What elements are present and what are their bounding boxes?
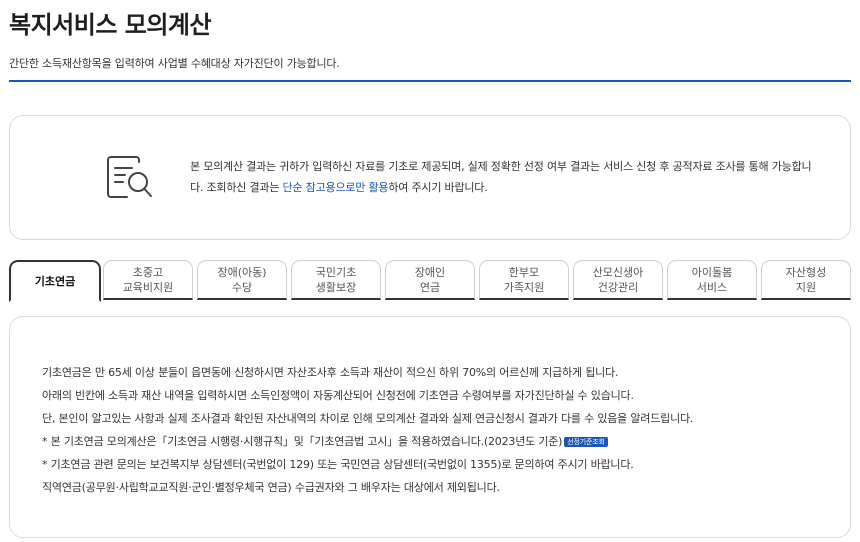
content-box: 기초연금은 만 65세 이상 분들이 읍면동에 신청하시면 자산조사후 소득과 … — [9, 316, 851, 538]
content-lines: 기초연금은 만 65세 이상 분들이 읍면동에 신청하시면 자산조사후 소득과 … — [42, 361, 832, 499]
notice-highlight: 단순 참고용으로만 활용 — [282, 181, 389, 194]
criteria-lookup-badge[interactable]: 선정기준조회 — [564, 437, 608, 447]
page-subtitle: 간단한 소득재산항목을 입력하여 사업별 수혜대상 자가진단이 가능합니다. — [9, 57, 340, 70]
document-search-icon — [105, 154, 157, 204]
tab-label: 초중고 교육비지원 — [122, 265, 174, 294]
tab-single-parent[interactable]: 한부모 가족지원 — [479, 260, 569, 300]
tab-basic-livelihood[interactable]: 국민기초 생활보장 — [291, 260, 381, 300]
tab-label: 한부모 가족지원 — [503, 265, 545, 294]
tab-disability-child-allowance[interactable]: 장애(아동) 수당 — [197, 260, 287, 300]
content-line-text: * 본 기초연금 모의계산은「기초연금 시행령·시행규칙」및「기초연금법 고시」… — [42, 435, 563, 448]
content-line-with-badge: * 본 기초연금 모의계산은「기초연금 시행령·시행규칙」및「기초연금법 고시」… — [42, 430, 832, 453]
notice-text: 본 모의계산 결과는 귀하가 입력하신 자료를 기초로 제공되며, 실제 정확한… — [190, 156, 820, 198]
tab-education-support[interactable]: 초중고 교육비지원 — [103, 260, 193, 300]
content-line: 기초연금은 만 65세 이상 분들이 읍면동에 신청하시면 자산조사후 소득과 … — [42, 366, 619, 379]
tab-label: 국민기초 생활보장 — [315, 265, 357, 294]
content-line: 아래의 빈칸에 소득과 재산 내역을 입력하시면 소득인정액이 자동계산되어 신… — [42, 389, 634, 402]
service-tabs: 기초연금 초중고 교육비지원 장애(아동) 수당 국민기초 생활보장 장애인 연… — [9, 260, 851, 302]
notice-box: 본 모의계산 결과는 귀하가 입력하신 자료를 기초로 제공되며, 실제 정확한… — [9, 115, 851, 240]
tab-label: 장애(아동) 수당 — [217, 265, 267, 294]
tab-label: 장애인 연금 — [414, 265, 446, 294]
tab-label: 산모신생아 건강관리 — [592, 265, 644, 294]
tab-asset-building[interactable]: 자산형성 지원 — [761, 260, 851, 300]
tab-maternal-newborn[interactable]: 산모신생아 건강관리 — [573, 260, 663, 300]
notice-text-part2: 하여 주시기 바랍니다. — [388, 181, 488, 194]
tab-child-care[interactable]: 아이돌봄 서비스 — [667, 260, 757, 300]
page-title: 복지서비스 모의계산 — [9, 11, 212, 39]
title-divider — [9, 80, 851, 82]
tab-label: 아이돌봄 서비스 — [691, 265, 733, 294]
content-line: * 기초연금 관련 문의는 보건복지부 상담센터(국번없이 129) 또는 국민… — [42, 458, 634, 471]
content-line: 단, 본인이 알고있는 사항과 실제 조사결과 확인된 자산내역의 차이로 인해… — [42, 412, 694, 425]
tab-disability-pension[interactable]: 장애인 연금 — [385, 260, 475, 300]
tab-basic-pension[interactable]: 기초연금 — [9, 260, 101, 302]
tab-label: 기초연금 — [34, 274, 76, 288]
content-line: 직역연금(공무원·사립학교교직원·군인·별정우체국 연금) 수급권자와 그 배우… — [42, 481, 500, 494]
tab-label: 자산형성 지원 — [785, 265, 827, 294]
